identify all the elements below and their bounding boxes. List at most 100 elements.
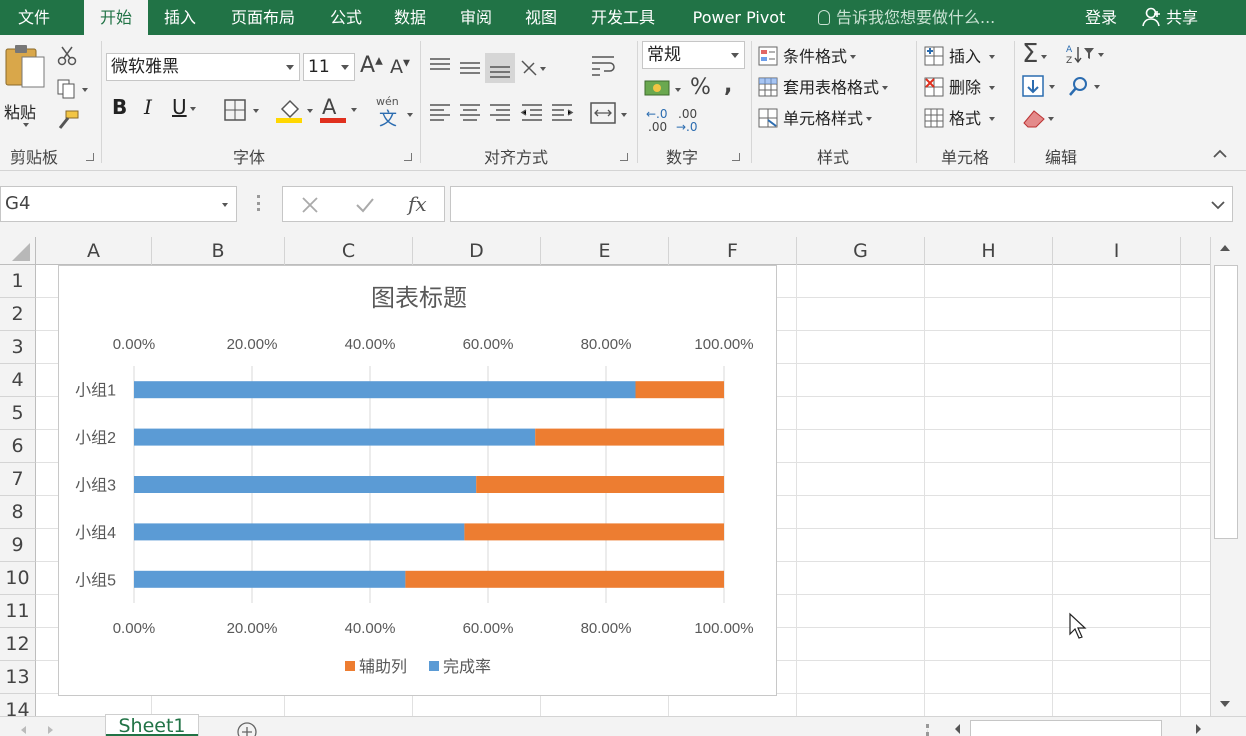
font-launcher[interactable] [404, 153, 412, 161]
alignment-launcher[interactable] [620, 153, 628, 161]
italic-button[interactable]: I [144, 95, 152, 119]
collapse-ribbon-icon[interactable] [1212, 149, 1228, 159]
conditional-format-icon [758, 46, 778, 66]
chevron-down-icon[interactable] [1211, 201, 1225, 210]
increase-decimal-button[interactable]: ←.0 .00 [646, 107, 672, 137]
row-header-9[interactable]: 9 [0, 529, 36, 562]
clipboard-launcher[interactable] [86, 153, 94, 161]
column-header-h[interactable]: H [925, 237, 1053, 265]
font-size-combo[interactable]: 11 [303, 53, 355, 81]
column-header-e[interactable]: E [541, 237, 669, 265]
bold-button[interactable]: B [112, 95, 127, 119]
conditional-format-button[interactable]: 条件格式 [758, 43, 857, 67]
underline-button[interactable]: U [172, 95, 196, 119]
tab-split-grip[interactable] [926, 724, 929, 736]
tell-me-search[interactable]: 告诉我您想要做什么... [818, 0, 995, 35]
fill-color-icon[interactable] [276, 97, 318, 125]
percent-style-button[interactable]: % [690, 75, 711, 100]
column-header-c[interactable]: C [285, 237, 413, 265]
number-launcher[interactable] [732, 153, 740, 161]
column-header-f[interactable]: F [669, 237, 797, 265]
row-header-1[interactable]: 1 [0, 265, 36, 298]
column-header-g[interactable]: G [797, 237, 925, 265]
border-icon[interactable] [224, 99, 264, 121]
column-header-d[interactable]: D [413, 237, 541, 265]
row-header-12[interactable]: 12 [0, 628, 36, 661]
row-header-14[interactable]: 14 [0, 694, 36, 716]
name-box[interactable]: G4 [0, 186, 237, 222]
horizontal-scroll-thumb[interactable] [970, 720, 1162, 736]
ribbon-tab-9[interactable]: Power Pivot [674, 0, 804, 35]
row-header-5[interactable]: 5 [0, 397, 36, 430]
cut-icon[interactable] [56, 45, 78, 67]
format-painter-icon[interactable] [54, 109, 80, 133]
cell-styles-button[interactable]: 单元格样式 [758, 105, 873, 129]
ribbon-tab-6[interactable]: 审阅 [442, 0, 510, 35]
ribbon-tab-5[interactable]: 数据 [378, 0, 442, 35]
vertical-align-icons[interactable] [428, 53, 548, 83]
sheet-tab-sheet1[interactable]: Sheet1 [106, 715, 198, 736]
insert-function-button[interactable]: fx [408, 192, 427, 216]
phonetic-button[interactable]: wén 文 [376, 95, 416, 130]
delete-cells-button[interactable]: 删除 [924, 74, 996, 98]
row-header-8[interactable]: 8 [0, 496, 36, 529]
insert-cells-button[interactable]: 插入 [924, 43, 996, 67]
bar-chart[interactable]: 图表标题 0.00% 0.00% 20.00% 20.00% 40.00% 40.00% 60… [58, 265, 777, 696]
ribbon-tab-1[interactable]: 开始 [84, 0, 148, 35]
enter-check-icon[interactable] [355, 196, 375, 214]
row-header-4[interactable]: 4 [0, 364, 36, 397]
cancel-icon[interactable] [301, 196, 319, 214]
scroll-left-icon[interactable] [952, 723, 964, 735]
font-color-icon[interactable]: A [320, 95, 362, 125]
copy-icon[interactable] [56, 78, 90, 100]
number-format-combo[interactable]: 常规 [642, 41, 745, 69]
row-header-3[interactable]: 3 [0, 331, 36, 364]
scroll-right-icon[interactable] [1192, 723, 1204, 735]
find-icon[interactable] [1068, 75, 1108, 99]
format-as-table-button[interactable]: 套用表格格式 [758, 74, 889, 98]
row-header-2[interactable]: 2 [0, 298, 36, 331]
bar-completion [134, 428, 536, 446]
ribbon-tab-7[interactable]: 视图 [510, 0, 572, 35]
format-cells-button[interactable]: 格式 [924, 105, 996, 129]
login-button[interactable]: 登录 [1085, 0, 1117, 35]
decrease-decimal-button[interactable]: .00 →.0 [676, 107, 704, 137]
scroll-down-icon[interactable] [1218, 699, 1232, 709]
column-header-a[interactable]: A [36, 237, 152, 265]
wrap-text-icon[interactable] [590, 53, 618, 79]
row-header-11[interactable]: 11 [0, 595, 36, 628]
row-header-13[interactable]: 13 [0, 661, 36, 694]
fill-down-icon[interactable] [1022, 75, 1062, 99]
vertical-scroll-thumb[interactable] [1214, 265, 1238, 539]
font-name-combo[interactable]: 微软雅黑 [106, 53, 300, 81]
ribbon-tab-2[interactable]: 插入 [148, 0, 212, 35]
chevron-down-icon [882, 86, 889, 90]
scroll-up-icon[interactable] [1218, 243, 1232, 253]
increase-font-icon[interactable]: A▲ [360, 53, 383, 78]
ribbon-tab-8[interactable]: 开发工具 [572, 0, 674, 35]
vertical-scrollbar[interactable] [1210, 237, 1246, 716]
ribbon-tab-4[interactable]: 公式 [314, 0, 378, 35]
clear-icon[interactable] [1022, 107, 1062, 131]
row-header-6[interactable]: 6 [0, 430, 36, 463]
share-button[interactable]: 共享 [1142, 0, 1198, 35]
select-all-button[interactable] [0, 237, 36, 265]
formula-bar-grip[interactable] [257, 195, 260, 211]
ribbon-tab-3[interactable]: 页面布局 [212, 0, 314, 35]
comma-style-button[interactable]: , [724, 73, 732, 98]
horizontal-align-icons[interactable] [428, 101, 578, 127]
row-header-7[interactable]: 7 [0, 463, 36, 496]
paste-button[interactable]: 粘贴 [4, 43, 48, 133]
accounting-format-icon[interactable] [644, 77, 686, 101]
sheet-nav-arrows-icon[interactable] [18, 725, 58, 735]
formula-input[interactable] [450, 186, 1233, 222]
autosum-button[interactable]: Σ [1022, 39, 1048, 69]
add-sheet-icon[interactable] [236, 721, 258, 736]
row-header-10[interactable]: 10 [0, 562, 36, 595]
ribbon-tab-0[interactable]: 文件 [0, 0, 68, 35]
decrease-font-icon[interactable]: A▼ [390, 56, 410, 78]
column-header-b[interactable]: B [152, 237, 285, 265]
column-header-i[interactable]: I [1053, 237, 1181, 265]
merge-center-icon[interactable] [590, 101, 632, 127]
sort-filter-icon[interactable]: AZ [1066, 43, 1106, 65]
